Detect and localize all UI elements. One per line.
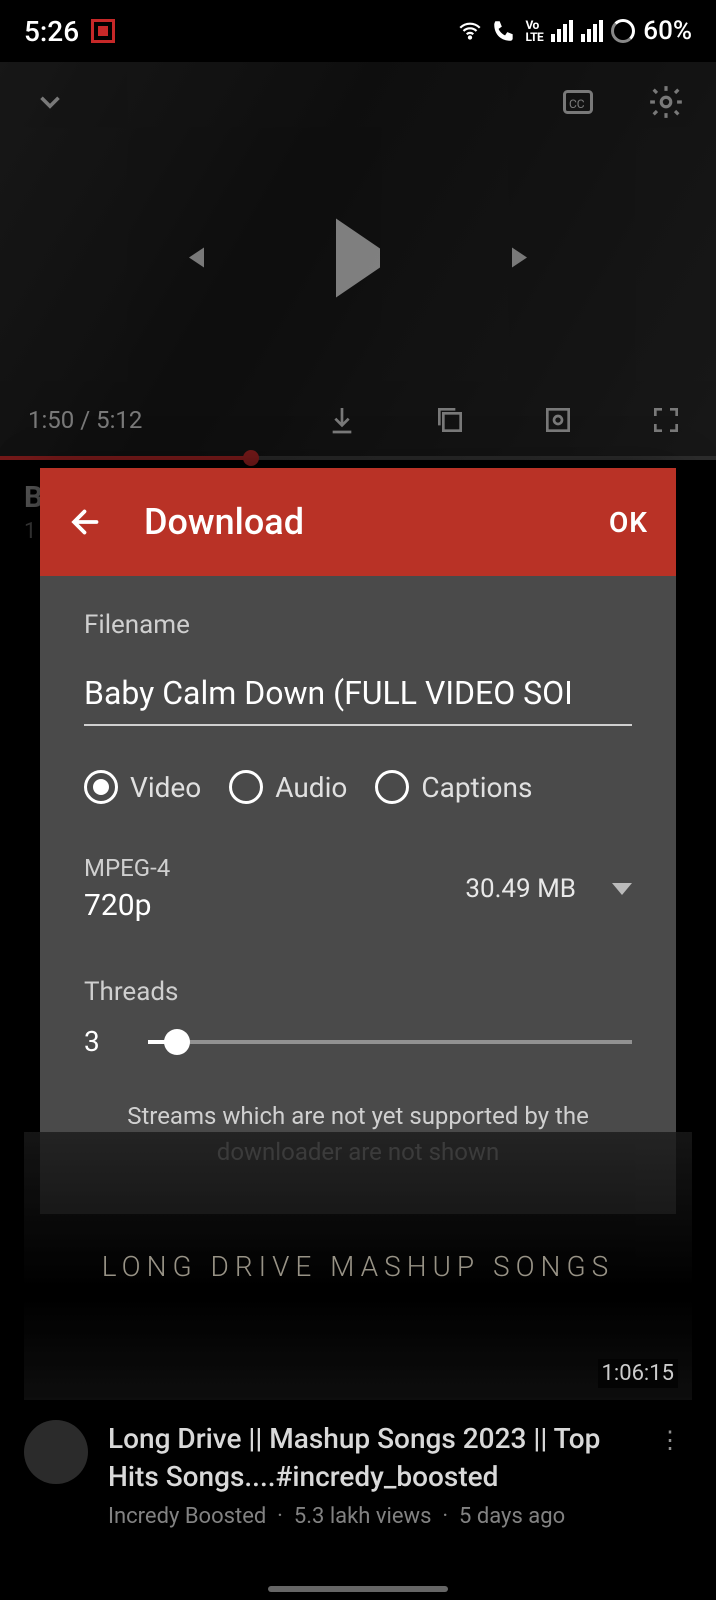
download-icon[interactable]: [320, 398, 364, 442]
format-selector[interactable]: MPEG-4 720p 30.49 MB: [84, 854, 632, 923]
wifi-calling-icon: [491, 18, 517, 44]
status-time: 5:26: [24, 15, 79, 48]
radio-icon: [229, 770, 263, 804]
thumbnail-duration: 1:06:15: [598, 1359, 678, 1388]
captions-icon[interactable]: CC: [556, 80, 600, 124]
status-bar: 5:26 VoLTE 60%: [0, 0, 716, 62]
screen-record-icon: [91, 19, 115, 43]
collapse-icon[interactable]: [28, 80, 72, 124]
previous-icon[interactable]: [172, 235, 216, 279]
battery-ring-icon: [611, 19, 635, 43]
home-indicator: [268, 1586, 448, 1592]
volte-icon: VoLTE: [525, 19, 543, 43]
threads-value: 3: [84, 1025, 108, 1058]
filename-input[interactable]: Baby Calm Down (FULL VIDEO SOI: [84, 670, 632, 726]
threads-slider[interactable]: [148, 1040, 632, 1044]
radio-icon: [375, 770, 409, 804]
radio-icon: [84, 770, 118, 804]
wifi-icon: [457, 18, 483, 44]
queue-icon[interactable]: [428, 398, 472, 442]
popup-icon[interactable]: [536, 398, 580, 442]
channel-avatar[interactable]: [24, 1420, 88, 1484]
radio-captions[interactable]: Captions: [375, 770, 532, 804]
ok-button[interactable]: OK: [609, 506, 648, 539]
related-title: Long Drive || Mashup Songs 2023 || Top H…: [108, 1420, 628, 1496]
threads-label: Threads: [84, 977, 632, 1007]
chevron-down-icon: [612, 883, 632, 895]
related-video-item[interactable]: Long Drive || Mashup Songs 2023 || Top H…: [24, 1420, 692, 1529]
format-resolution: 720p: [84, 888, 170, 923]
more-options-icon[interactable]: ⋮: [648, 1420, 692, 1460]
fullscreen-icon[interactable]: [644, 398, 688, 442]
radio-audio[interactable]: Audio: [229, 770, 347, 804]
settings-gear-icon[interactable]: [644, 80, 688, 124]
video-player[interactable]: CC 1:50 / 5:12: [0, 62, 716, 460]
format-codec: MPEG-4: [84, 854, 170, 882]
cell-signal-1-icon: [551, 20, 573, 42]
related-thumbnail[interactable]: LONG DRIVE MASHUP SONGS 1:06:15: [24, 1132, 692, 1400]
thumbnail-overlay-text: LONG DRIVE MASHUP SONGS: [102, 1250, 614, 1283]
next-icon[interactable]: [500, 235, 544, 279]
download-type-group: Video Audio Captions: [84, 770, 632, 804]
filename-label: Filename: [84, 610, 632, 640]
cell-signal-2-icon: [581, 20, 603, 42]
download-dialog: Download OK Filename Baby Calm Down (FUL…: [40, 468, 676, 1214]
dialog-title: Download: [144, 501, 569, 543]
battery-percent: 60%: [643, 16, 692, 46]
svg-text:CC: CC: [569, 97, 585, 111]
radio-video[interactable]: Video: [84, 770, 201, 804]
related-meta: Incredy Boosted · 5.3 lakh views · 5 day…: [108, 1504, 628, 1529]
back-arrow-icon[interactable]: [68, 504, 104, 540]
play-icon[interactable]: [336, 248, 380, 267]
format-size: 30.49 MB: [465, 874, 576, 904]
playback-time: 1:50 / 5:12: [28, 406, 142, 434]
